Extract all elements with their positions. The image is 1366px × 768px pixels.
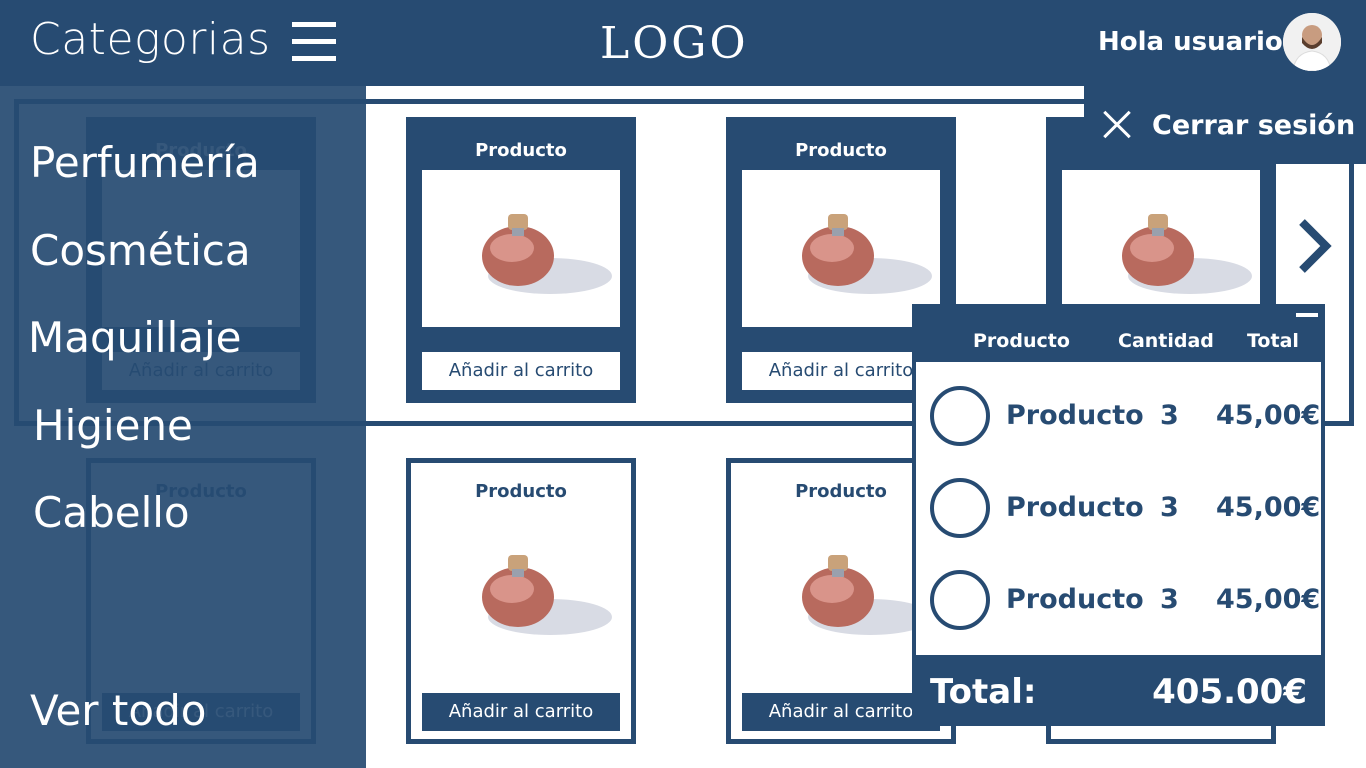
- add-to-cart-button[interactable]: Añadir al carrito: [422, 352, 620, 390]
- perfume-bottle-image: [802, 555, 932, 635]
- cart-item-quantity: 3: [1160, 400, 1179, 431]
- categories-sidebar: Perfumería Cosmética Maquillaje Higiene …: [0, 86, 366, 768]
- cart-item-name: Producto: [1006, 584, 1144, 615]
- avatar-image: [1283, 13, 1341, 71]
- minimize-icon[interactable]: [1296, 313, 1318, 317]
- cart-header-product: Producto: [973, 330, 1070, 352]
- cart-item-row: Producto 3 45,00€: [916, 478, 1321, 548]
- perfume-bottle-image: [802, 214, 932, 294]
- logout-label: Cerrar sesión: [1152, 109, 1356, 141]
- cart-item-row: Producto 3 45,00€: [916, 570, 1321, 640]
- cart-items-list: Producto 3 45,00€ Producto 3 45,00€ Prod…: [916, 362, 1321, 655]
- cart-header-quantity: Cantidad: [1118, 330, 1214, 352]
- cart-item-price: 45,00€: [1216, 492, 1321, 523]
- product-image: [422, 511, 620, 668]
- cart-header-total: Total: [1247, 330, 1299, 352]
- cart-item-price: 45,00€: [1216, 584, 1321, 615]
- user-avatar[interactable]: [1283, 13, 1341, 71]
- product-image: [742, 511, 940, 668]
- sidebar-item-perfumeria[interactable]: Perfumería: [30, 138, 260, 187]
- add-to-cart-button[interactable]: Añadir al carrito: [742, 693, 940, 731]
- sidebar-item-maquillaje[interactable]: Maquillaje: [28, 313, 242, 362]
- sidebar-item-higiene[interactable]: Higiene: [33, 401, 193, 450]
- product-title: Producto: [475, 140, 567, 161]
- perfume-bottle-image: [482, 555, 612, 635]
- product-title: Producto: [475, 481, 567, 502]
- cart-item-price: 45,00€: [1216, 400, 1321, 431]
- categories-title: Categorias: [30, 14, 271, 65]
- add-to-cart-button[interactable]: Añadir al carrito: [422, 693, 620, 731]
- cart-item-name: Producto: [1006, 492, 1144, 523]
- cart-total-value: 405.00€: [1152, 672, 1307, 712]
- user-greeting[interactable]: Hola usuario: [1098, 27, 1283, 57]
- product-card[interactable]: Producto Añadir al carrito: [406, 458, 636, 744]
- top-navigation-bar: Categorias LOGO Hola usuario: [0, 0, 1366, 86]
- shopping-cart-panel: Producto Cantidad Total Producto 3 45,00…: [912, 304, 1325, 726]
- cart-item-name: Producto: [1006, 400, 1144, 431]
- sidebar-item-cosmetica[interactable]: Cosmética: [30, 226, 251, 275]
- product-title: Producto: [795, 140, 887, 161]
- product-image: [742, 170, 940, 327]
- product-thumbnail: [930, 570, 990, 630]
- perfume-bottle-image: [482, 214, 612, 294]
- cart-total-label: Total:: [930, 672, 1037, 712]
- sidebar-item-cabello[interactable]: Cabello: [33, 488, 190, 537]
- site-logo[interactable]: LOGO: [600, 18, 749, 69]
- cart-item-quantity: 3: [1160, 584, 1179, 615]
- add-to-cart-button[interactable]: Añadir al carrito: [742, 352, 940, 390]
- product-thumbnail: [930, 386, 990, 446]
- product-card[interactable]: Producto Añadir al carrito: [406, 117, 636, 403]
- product-thumbnail: [930, 478, 990, 538]
- hamburger-menu-icon[interactable]: [292, 22, 336, 62]
- chevron-right-icon[interactable]: [1294, 216, 1334, 276]
- sidebar-view-all-link[interactable]: Ver todo: [30, 686, 206, 735]
- cart-item-quantity: 3: [1160, 492, 1179, 523]
- product-image: [422, 170, 620, 327]
- close-icon: [1102, 110, 1132, 140]
- logout-button[interactable]: Cerrar sesión: [1084, 86, 1366, 164]
- cart-item-row: Producto 3 45,00€: [916, 386, 1321, 456]
